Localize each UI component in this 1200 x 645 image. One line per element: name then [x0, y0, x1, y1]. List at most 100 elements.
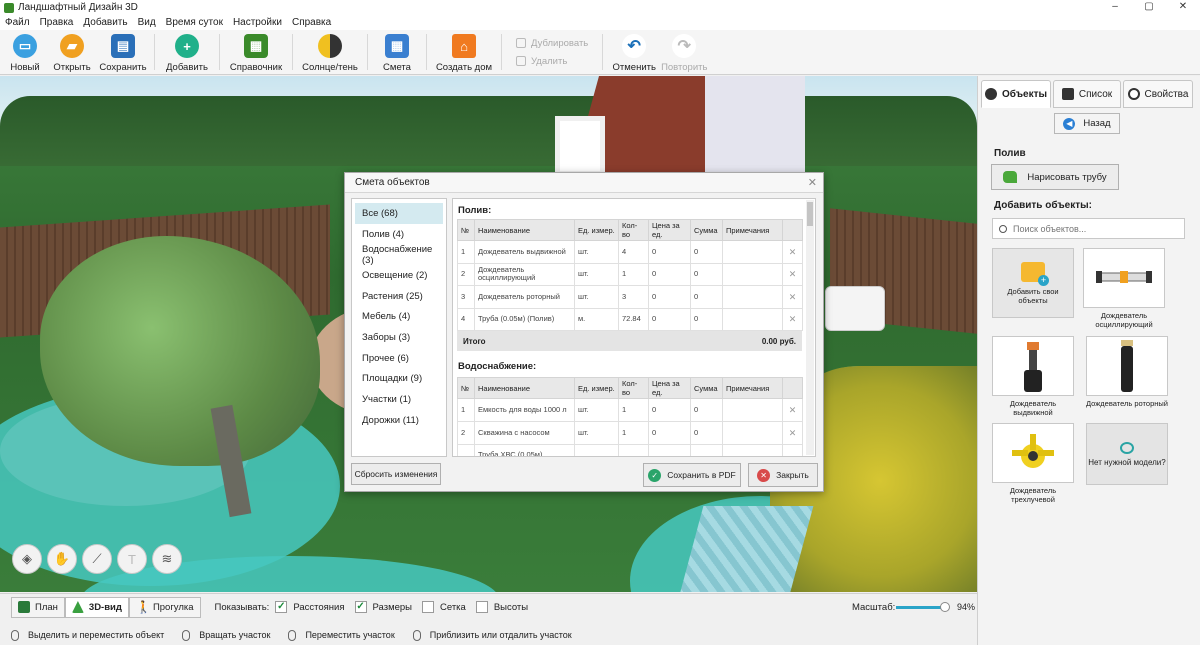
- new-button[interactable]: ▭ Новый: [4, 30, 46, 74]
- cell[interactable]: 0: [648, 240, 691, 264]
- back-button[interactable]: ◀ Назад: [1054, 113, 1120, 134]
- menu-view[interactable]: Вид: [138, 17, 156, 28]
- plan-view-button[interactable]: План: [11, 596, 65, 618]
- tab-properties[interactable]: Свойства: [1123, 80, 1193, 108]
- cell[interactable]: 1: [618, 262, 649, 287]
- close-button[interactable]: ✕ Закрыть: [748, 463, 818, 487]
- walk-button[interactable]: 🚶 Прогулка: [128, 596, 201, 618]
- minimize-icon[interactable]: –: [1098, 0, 1132, 15]
- text-icon[interactable]: T: [117, 544, 147, 574]
- cell[interactable]: [722, 398, 783, 422]
- category-item[interactable]: Освещение (2): [355, 265, 443, 286]
- category-item[interactable]: Заборы (3): [355, 327, 443, 348]
- folder-icon: ▰: [60, 34, 84, 58]
- dialog-close-icon[interactable]: ✕: [808, 176, 817, 189]
- object-tile-rotary[interactable]: Дождеватель роторный: [1086, 336, 1168, 408]
- undo-button[interactable]: ↶ Отменить: [609, 30, 659, 74]
- category-item[interactable]: Мебель (4): [355, 306, 443, 327]
- remove-row-icon[interactable]: ✕: [782, 240, 803, 264]
- menu-settings[interactable]: Настройки: [233, 17, 282, 28]
- save-pdf-button[interactable]: ✓ Сохранить в PDF: [643, 463, 741, 487]
- cell[interactable]: 72.84: [618, 307, 649, 332]
- cell[interactable]: [618, 443, 649, 456]
- menu-edit[interactable]: Правка: [40, 17, 74, 28]
- grid-checkbox[interactable]: Сетка: [422, 601, 466, 613]
- open-button[interactable]: ▰ Открыть: [46, 30, 98, 74]
- scrollbar-thumb[interactable]: [807, 202, 813, 226]
- heights-checkbox[interactable]: Высоты: [475, 601, 528, 613]
- zoom-slider[interactable]: [896, 602, 950, 612]
- cell[interactable]: 0: [648, 398, 691, 422]
- object-tile-three-arm[interactable]: Дождеватель трехлучевой: [992, 423, 1074, 504]
- draw-pipe-button[interactable]: Нарисовать трубу: [991, 164, 1119, 190]
- remove-row-icon[interactable]: ✕: [782, 262, 803, 287]
- remove-row-icon[interactable]: ✕: [782, 307, 803, 332]
- duplicate-button[interactable]: Дублировать: [516, 34, 588, 52]
- hand-icon[interactable]: ✋: [47, 544, 77, 574]
- tab-list[interactable]: Список: [1053, 80, 1121, 108]
- cell: шт.: [574, 240, 619, 264]
- sizes-checkbox[interactable]: ✓ Размеры: [354, 601, 412, 613]
- category-item[interactable]: Все (68): [355, 203, 443, 224]
- close-icon[interactable]: ✕: [1166, 0, 1200, 15]
- cell[interactable]: 0: [648, 420, 691, 445]
- cell[interactable]: 3: [618, 285, 649, 309]
- cell[interactable]: [722, 285, 783, 309]
- delete-button[interactable]: Удалить: [516, 52, 588, 70]
- object-tile-popup[interactable]: Дождеватель выдвижной: [992, 336, 1074, 417]
- toolbar-divider: [602, 34, 604, 70]
- redo-button[interactable]: ↷ Повторить: [659, 30, 709, 74]
- cell[interactable]: 4: [618, 240, 649, 264]
- 3d-view-button[interactable]: 3D-вид: [64, 596, 129, 618]
- reset-changes-button[interactable]: Сбросить изменения: [351, 463, 441, 485]
- object-search[interactable]: [992, 218, 1185, 239]
- distances-checkbox[interactable]: ✓ Расстояния: [275, 601, 345, 613]
- cell[interactable]: [648, 443, 691, 456]
- terrain-icon[interactable]: ≋: [152, 544, 182, 574]
- remove-row-icon[interactable]: ✕: [782, 285, 803, 309]
- menu-help[interactable]: Справка: [292, 17, 331, 28]
- cell[interactable]: [722, 307, 783, 332]
- layers-icon[interactable]: ◈: [12, 544, 42, 574]
- title-bar: Ландшафтный Дизайн 3D – ▢ ✕: [0, 0, 1200, 15]
- ruler-icon[interactable]: ⟋: [82, 544, 112, 574]
- cell[interactable]: [722, 420, 783, 445]
- no-model-tile[interactable]: Нет нужной модели?: [1086, 423, 1168, 485]
- category-item[interactable]: Водоснабжение (3): [355, 244, 443, 266]
- category-item[interactable]: Площадки (9): [355, 369, 443, 390]
- estimate-button[interactable]: ▦ Смета: [374, 30, 420, 74]
- remove-row-icon[interactable]: ✕: [782, 420, 803, 445]
- menu-file[interactable]: Файл: [5, 17, 30, 28]
- category-item[interactable]: Полив (4): [355, 224, 443, 245]
- cell[interactable]: 1: [618, 420, 649, 445]
- cell[interactable]: [722, 240, 783, 264]
- zoom-slider-handle[interactable]: [939, 602, 950, 612]
- cell[interactable]: 1: [618, 398, 649, 422]
- object-tile-oscillating[interactable]: Дождеватель осциллирующий: [1083, 248, 1165, 329]
- category-item[interactable]: Участки (1): [355, 389, 443, 410]
- table-scrollbar[interactable]: [806, 200, 814, 455]
- reference-button[interactable]: ▦ Справочник: [226, 30, 286, 74]
- cell[interactable]: 0: [648, 262, 691, 287]
- cell[interactable]: [722, 262, 783, 287]
- cell[interactable]: 0: [648, 307, 691, 332]
- remove-row-icon[interactable]: ✕: [782, 398, 803, 422]
- remove-row-icon[interactable]: [782, 443, 803, 456]
- tab-objects[interactable]: Объекты: [981, 80, 1051, 108]
- category-item[interactable]: Дорожки (11): [355, 410, 443, 431]
- maximize-icon[interactable]: ▢: [1132, 0, 1166, 15]
- search-input[interactable]: [1013, 223, 1173, 234]
- save-button[interactable]: ▤ Сохранить: [98, 30, 148, 74]
- sun-shadow-button[interactable]: Солнце/тень: [299, 30, 361, 74]
- menu-add[interactable]: Добавить: [83, 17, 127, 28]
- category-item[interactable]: Прочее (6): [355, 348, 443, 369]
- cell: [574, 443, 619, 456]
- cell[interactable]: [722, 443, 783, 456]
- menu-time-of-day[interactable]: Время суток: [166, 17, 223, 28]
- add-own-objects-tile[interactable]: Добавить свои объекты: [992, 248, 1074, 318]
- cell: шт.: [574, 420, 619, 445]
- add-button[interactable]: + Добавить: [161, 30, 213, 74]
- category-item[interactable]: Растения (25): [355, 286, 443, 307]
- cell[interactable]: 0: [648, 285, 691, 309]
- create-house-button[interactable]: ⌂ Создать дом: [433, 30, 495, 74]
